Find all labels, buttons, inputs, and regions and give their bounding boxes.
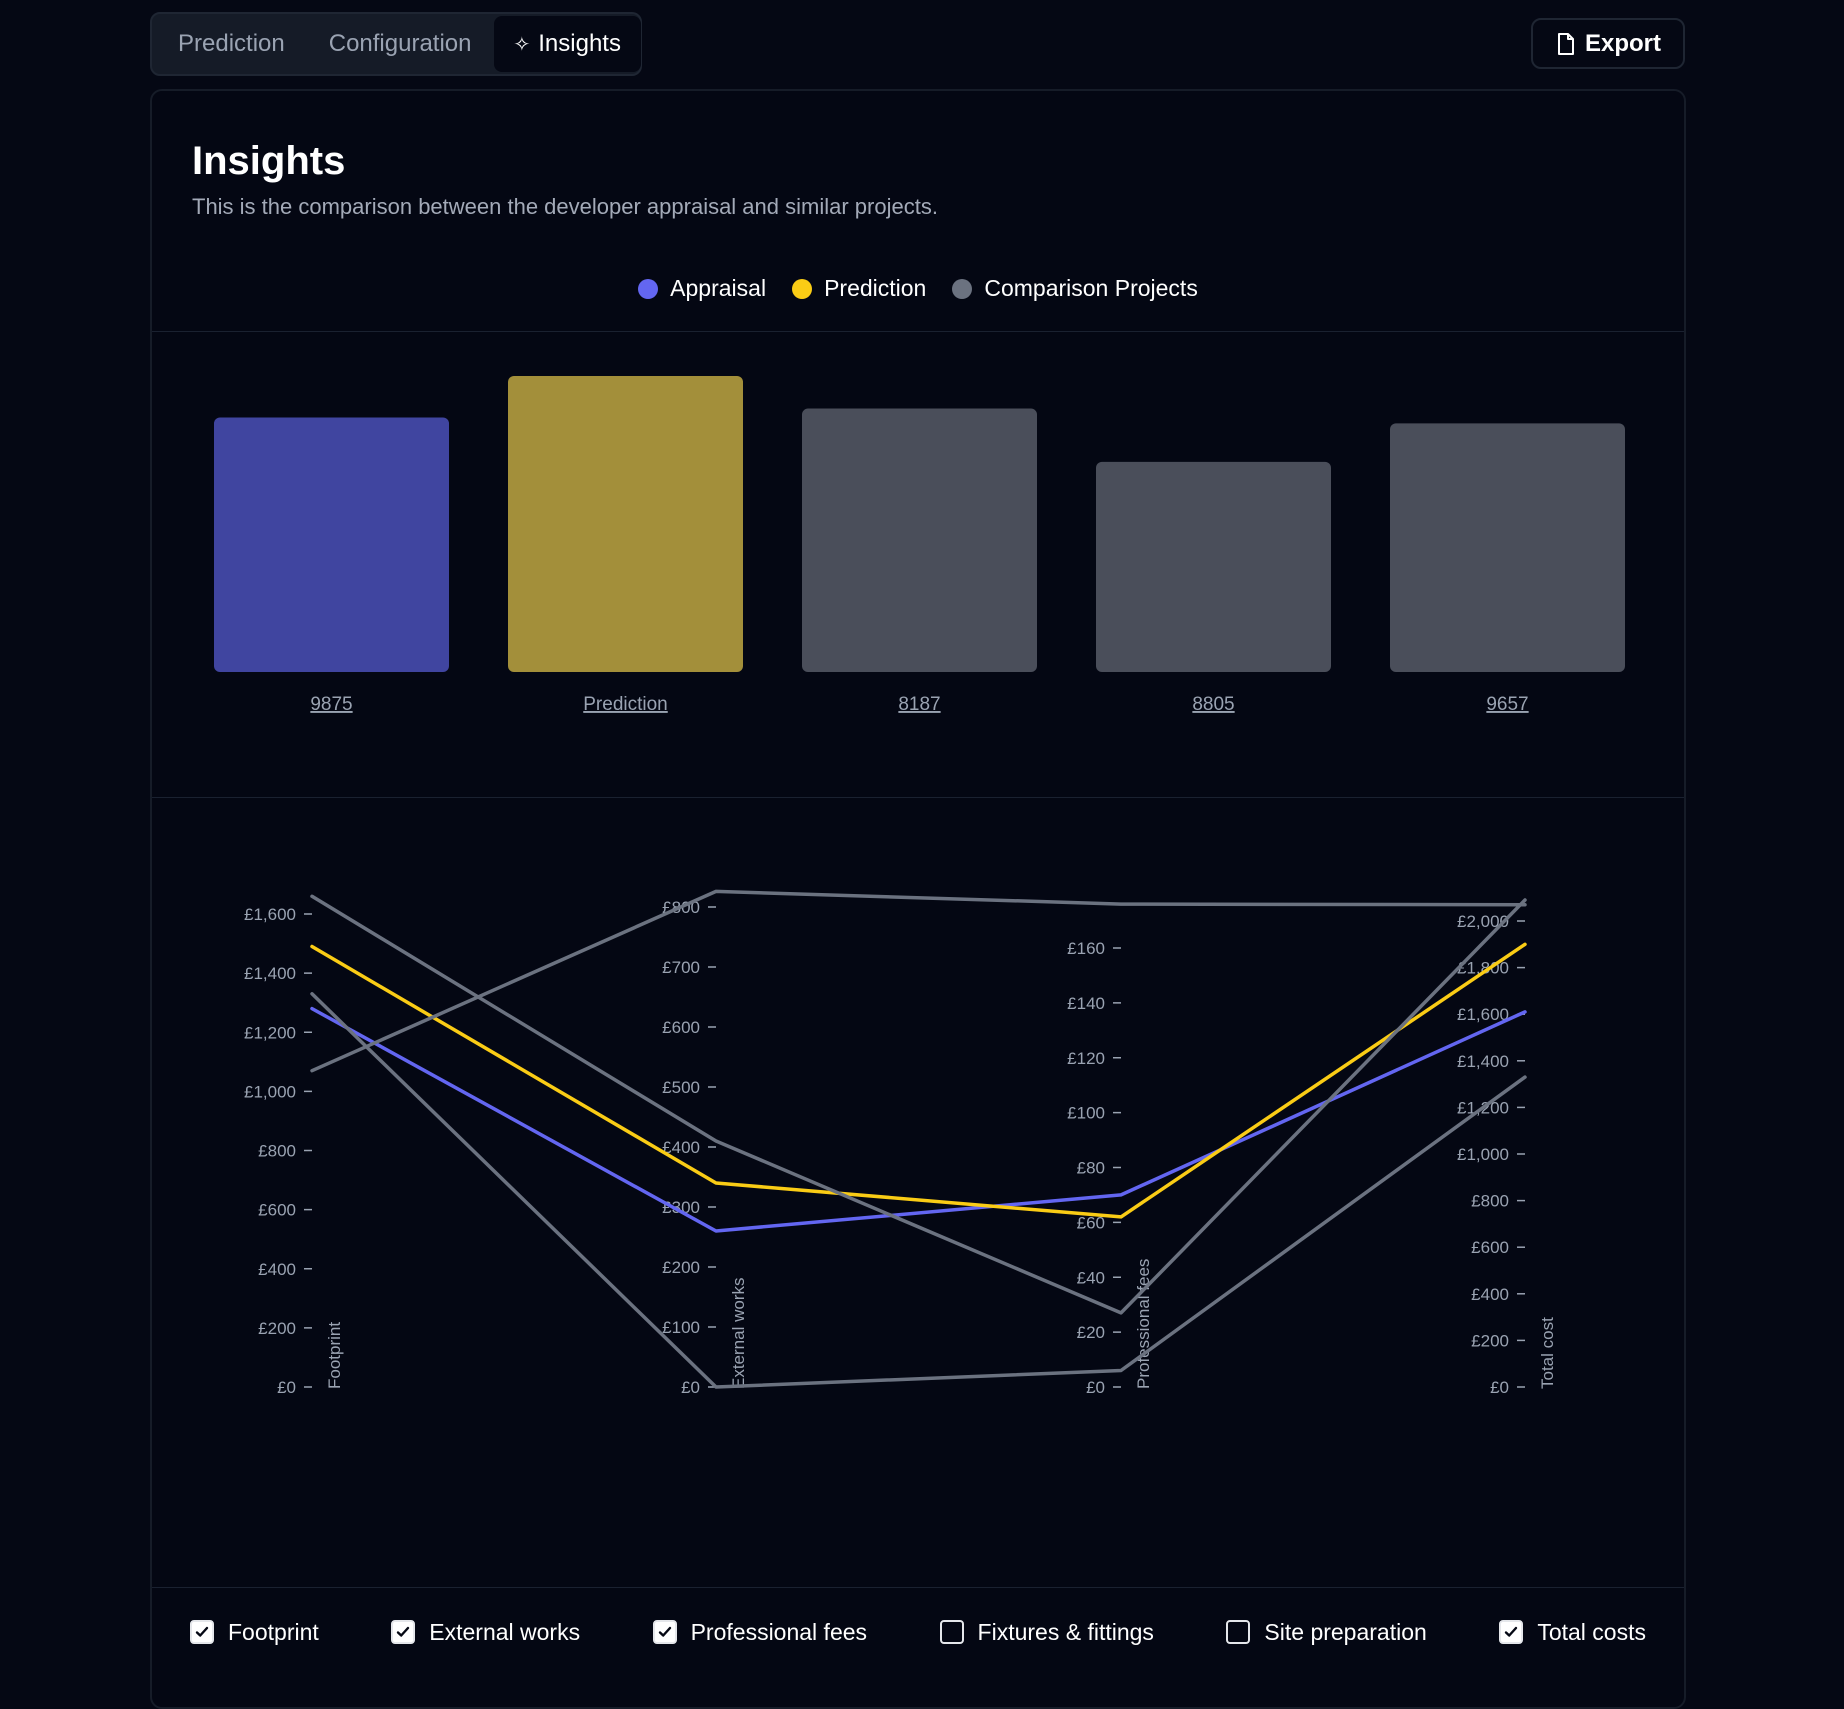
bar-label[interactable]: 9875	[310, 694, 352, 715]
series-line	[310, 894, 1527, 1315]
axis-tick-label: £1,400	[244, 964, 296, 983]
axis-tick-label: £200	[258, 1319, 296, 1338]
axis-tick-label: £1,400	[1457, 1052, 1509, 1071]
axis-tick-label: £160	[1067, 939, 1105, 958]
axis-label: Professional fees	[1134, 1259, 1153, 1389]
bar	[1096, 461, 1331, 672]
check-icon	[397, 1626, 410, 1637]
axis-tick-label: £300	[662, 1198, 700, 1217]
checkbox[interactable]	[190, 1620, 214, 1644]
checkbox[interactable]	[391, 1620, 416, 1644]
page-subtitle: This is the comparison between the devel…	[192, 194, 938, 219]
tab-insights[interactable]: ✧ Insights	[493, 16, 641, 72]
export-label: Export	[1584, 29, 1661, 57]
bar	[802, 408, 1037, 672]
axis-tick-label: £2,000	[1457, 912, 1509, 931]
insights-card: Insights This is the comparison between …	[150, 89, 1686, 1709]
axis-tick-label: £0	[277, 1378, 296, 1397]
bar	[1390, 423, 1625, 672]
axis-tick-label: £140	[1067, 994, 1105, 1013]
checkbox[interactable]	[1499, 1620, 1524, 1644]
toggle-label: Fixtures & fittings	[977, 1618, 1154, 1645]
check-icon	[658, 1626, 671, 1637]
document-icon	[1557, 32, 1574, 55]
legend-label: Appraisal	[670, 275, 767, 301]
axis-tick-label: £1,600	[244, 905, 296, 924]
tab-configuration[interactable]: Configuration	[307, 16, 494, 72]
series-line	[310, 889, 1527, 1073]
axis-tick-label: £20	[1077, 1323, 1105, 1342]
tab-label: Prediction	[178, 30, 285, 57]
axis-tick-label: £100	[1067, 1104, 1105, 1123]
tab-label: Insights	[538, 30, 621, 57]
axis-label: Footprint	[325, 1322, 344, 1389]
axis-label: Total cost	[1538, 1317, 1557, 1389]
axis-tick-label: £1,000	[244, 1082, 296, 1101]
axis-tick-label: £600	[662, 1018, 700, 1037]
axis-tick-label: £0	[681, 1378, 700, 1397]
page-title: Insights	[192, 139, 346, 183]
toggle-site-preparation[interactable]: Site preparation	[1226, 1618, 1427, 1646]
axis-tick-label: £1,000	[1457, 1145, 1509, 1164]
axis-tick-label: £600	[1471, 1238, 1509, 1257]
axis-tick-label: £40	[1077, 1268, 1105, 1287]
legend-label: Comparison Projects	[984, 275, 1198, 301]
chart-legend: Appraisal Prediction Comparison Projects	[152, 275, 1684, 302]
tab-label: Configuration	[328, 30, 472, 57]
check-icon	[1505, 1626, 1518, 1637]
axis-tick-label: £120	[1067, 1049, 1105, 1068]
legend-dot	[638, 278, 659, 299]
legend-item-appraisal: Appraisal	[638, 275, 766, 302]
legend-item-comparison: Comparison Projects	[952, 275, 1198, 302]
check-icon	[195, 1626, 209, 1637]
toggle-label: Site preparation	[1264, 1618, 1427, 1645]
axis-tick-label: £200	[662, 1258, 700, 1277]
legend-dot	[952, 278, 973, 299]
axis-tick-label: £700	[662, 958, 700, 977]
axis-tick-label: £1,200	[244, 1023, 296, 1042]
axis-tick-label: £800	[1471, 1192, 1509, 1211]
axis-tick-label: £80	[1077, 1159, 1105, 1178]
toggle-professional-fees[interactable]: Professional fees	[652, 1618, 868, 1646]
bar-chart: 9875 Prediction 8187 8805 9657	[214, 376, 1625, 715]
axis-tick-label: £0	[1086, 1378, 1105, 1397]
series-line	[310, 942, 1527, 1219]
toggle-label: Footprint	[228, 1618, 319, 1645]
tab-prediction[interactable]: Prediction	[156, 16, 307, 72]
bar	[508, 376, 743, 672]
toggle-footprint[interactable]: Footprint	[190, 1619, 319, 1646]
view-tabs: Prediction Configuration ✧ Insights	[150, 12, 642, 76]
bar-label[interactable]: 8805	[1192, 694, 1234, 715]
axis-tick-label: £800	[258, 1142, 296, 1161]
legend-item-prediction: Prediction	[792, 275, 926, 302]
export-button[interactable]: Export	[1531, 18, 1685, 69]
toggle-external-works[interactable]: External works	[391, 1619, 580, 1646]
toggle-total-costs[interactable]: Total costs	[1499, 1619, 1646, 1646]
axis-tick-label: £200	[1471, 1331, 1509, 1350]
toggle-label: Professional fees	[690, 1618, 868, 1645]
axis-tick-label: £500	[662, 1078, 700, 1097]
bar-label[interactable]: 9657	[1486, 694, 1528, 715]
bar-label[interactable]: Prediction	[583, 694, 668, 715]
toggle-fixtures-fittings[interactable]: Fixtures & fittings	[939, 1618, 1154, 1646]
axis-tick-label: £400	[1471, 1285, 1509, 1304]
sparkle-icon: ✧	[513, 33, 531, 56]
checkbox[interactable]	[939, 1620, 964, 1644]
toggle-label: External works	[429, 1618, 581, 1645]
axis-tick-label: £400	[258, 1260, 296, 1279]
legend-dot	[792, 278, 813, 299]
axis-tick-label: £600	[258, 1201, 296, 1220]
axis-tick-label: £0	[1490, 1378, 1509, 1397]
toggle-label: Total costs	[1537, 1618, 1646, 1645]
metric-toggles: Footprint External works Professional fe…	[152, 1588, 1684, 1676]
legend-label: Prediction	[824, 275, 927, 301]
checkbox[interactable]	[1226, 1620, 1251, 1644]
axis-tick-label: £100	[662, 1318, 700, 1337]
bar	[214, 417, 449, 672]
parallel-coordinates-chart: £0 £200 £400 £600 £800 £1,000 £1,200 £1,400 £1,6…	[244, 889, 1557, 1397]
bar-label[interactable]: 8187	[898, 694, 940, 715]
checkbox[interactable]	[652, 1620, 677, 1644]
series-line	[310, 1006, 1527, 1233]
axis-label: External works	[729, 1278, 748, 1389]
